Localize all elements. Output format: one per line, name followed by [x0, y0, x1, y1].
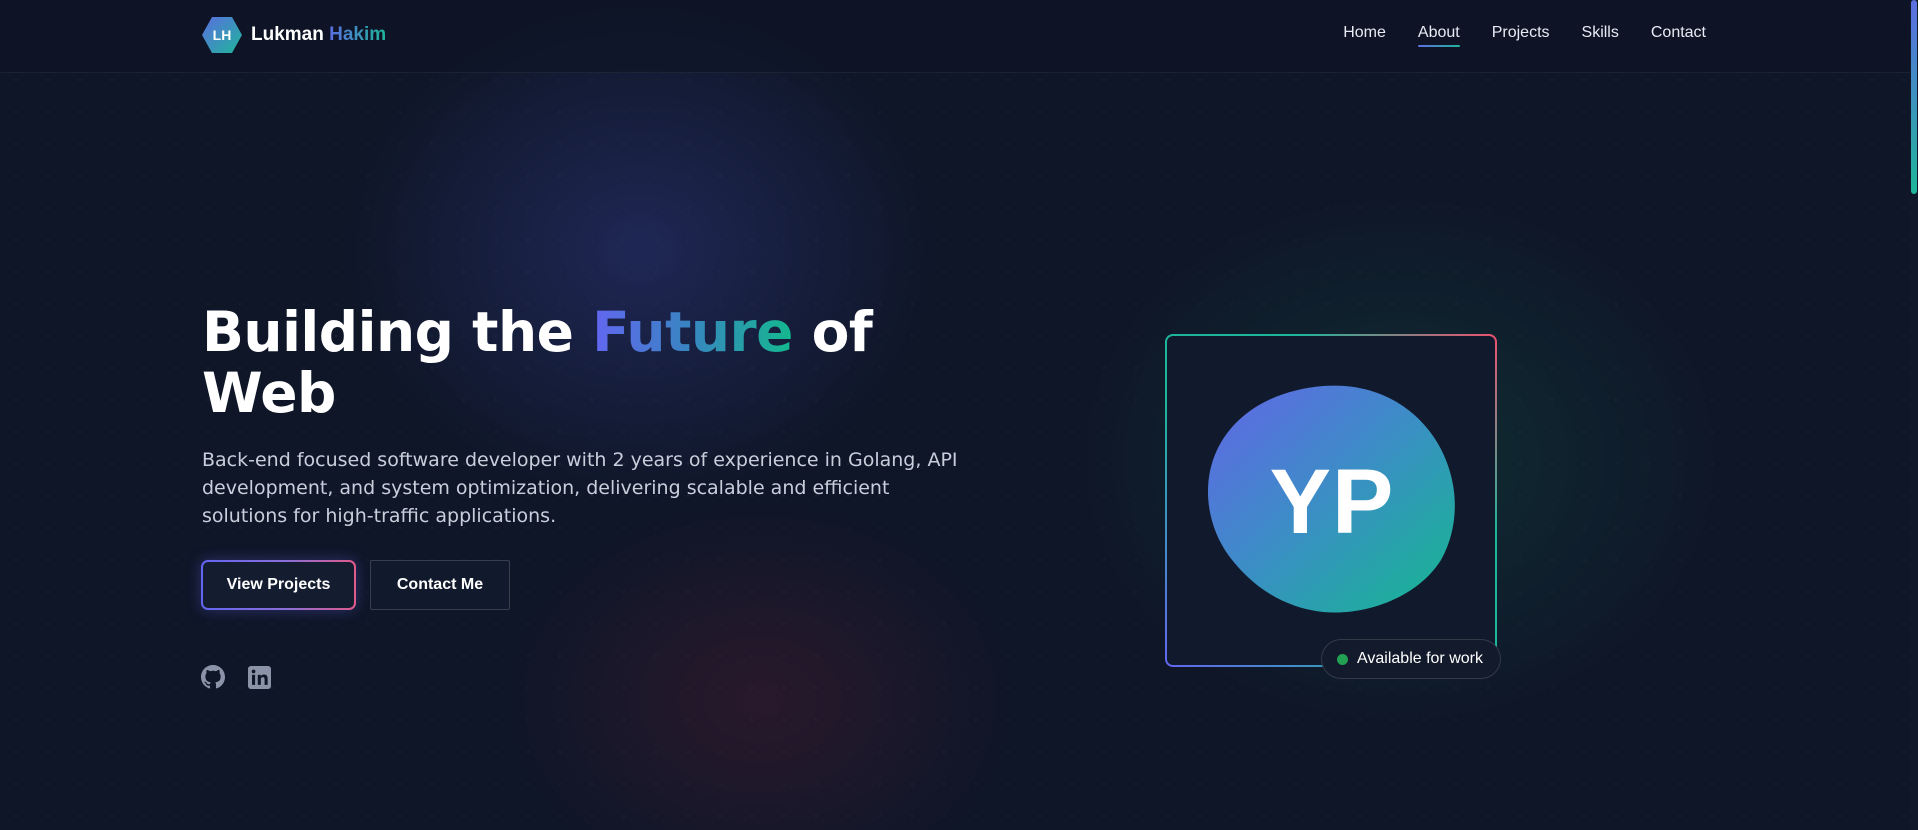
- view-projects-button[interactable]: View Projects: [201, 560, 356, 610]
- scrollbar[interactable]: [1910, 0, 1918, 830]
- contact-me-button[interactable]: Contact Me: [370, 560, 510, 610]
- nav-skills[interactable]: Skills: [1582, 24, 1619, 46]
- availability-badge: Available for work: [1321, 639, 1501, 679]
- page: LH Lukman Hakim Home About Projects Skil…: [0, 0, 1918, 830]
- github-icon[interactable]: [200, 664, 226, 690]
- status-dot-icon: [1337, 653, 1348, 665]
- hero-description: Back-end focused software developer with…: [202, 449, 958, 527]
- brand-hexagon-icon: LH: [202, 15, 242, 55]
- nav-about[interactable]: About: [1417, 24, 1460, 47]
- brand-logo[interactable]: LH Lukman Hakim: [202, 15, 386, 55]
- nav-home[interactable]: Home: [1343, 24, 1386, 46]
- brand-first-name: Lukman: [251, 24, 324, 45]
- main-nav: Home About Projects Skills Contact: [1343, 24, 1706, 47]
- hero-title-accent: Future: [592, 300, 793, 364]
- hero-title: Building the Future of Web: [202, 302, 902, 424]
- navbar: LH Lukman Hakim Home About Projects Skil…: [0, 0, 1918, 73]
- availability-text: Available for work: [1357, 650, 1483, 667]
- brand-initials: LH: [212, 27, 232, 43]
- hero-title-part1: Building the: [202, 300, 593, 364]
- nav-contact[interactable]: Contact: [1651, 24, 1706, 46]
- avatar-card: YP: [1165, 334, 1497, 667]
- avatar: YP: [1205, 384, 1459, 616]
- nav-projects[interactable]: Projects: [1492, 24, 1550, 46]
- brand-name: Lukman Hakim: [251, 24, 386, 46]
- scrollbar-thumb[interactable]: [1911, 0, 1917, 194]
- brand-last-name: Hakim: [329, 24, 387, 45]
- avatar-initials: YP: [1269, 450, 1395, 553]
- linkedin-icon[interactable]: [246, 664, 272, 690]
